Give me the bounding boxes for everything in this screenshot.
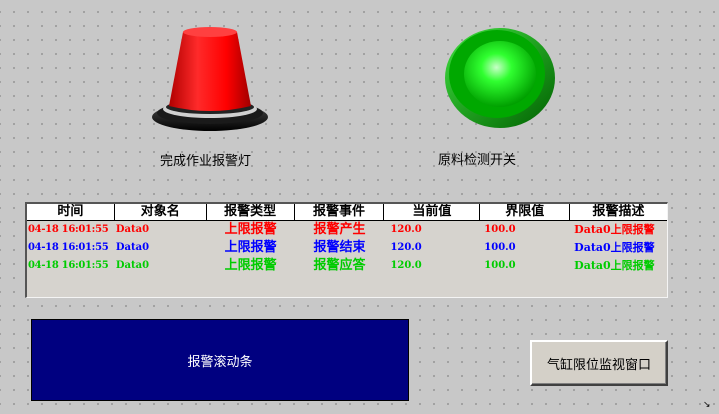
column-header-limit-value[interactable]: 界限值: [480, 204, 571, 220]
column-header-current-value[interactable]: 当前值: [384, 204, 481, 220]
cell-object: Data0: [115, 242, 150, 253]
detect-switch-label: 原料检测开关: [438, 153, 517, 168]
column-header-description[interactable]: 报警描述: [570, 204, 667, 220]
cell-object: Data0: [115, 260, 150, 271]
cell-limit-value: 100.0: [484, 242, 516, 253]
cell-alarm-type: 上限报警: [224, 258, 277, 273]
cell-description: Data0上限报警: [574, 223, 655, 236]
cell-description: Data0上限报警: [574, 241, 655, 254]
cell-time: 04-18 16:01:55: [28, 242, 109, 253]
cell-time: 04-18 16:01:55: [28, 224, 109, 235]
alarm-scroll-text: 报警滚动条: [187, 354, 253, 370]
cell-alarm-type: 上限报警: [224, 222, 277, 237]
detect-switch-icon[interactable]: [440, 22, 560, 132]
table-header: 时间 对象名 报警类型 报警事件 当前值 界限值 报警描述: [27, 204, 667, 221]
cylinder-limit-window-button[interactable]: 气缸限位监视窗口: [530, 340, 668, 386]
cell-current-value: 120.0: [390, 224, 422, 235]
cell-alarm-event: 报警结束: [313, 240, 366, 255]
cell-object: Data0: [115, 224, 150, 235]
cell-alarm-event: 报警产生: [313, 222, 366, 237]
corner-arrow-icon: ↘: [703, 400, 711, 410]
cell-current-value: 120.0: [390, 242, 422, 253]
alarm-scroll-bar: 报警滚动条: [31, 319, 409, 401]
cell-limit-value: 100.0: [484, 224, 516, 235]
cell-limit-value: 100.0: [484, 260, 516, 271]
column-header-time[interactable]: 时间: [27, 204, 115, 220]
column-header-alarm-type[interactable]: 报警类型: [207, 204, 295, 220]
alarm-lamp-label: 完成作业报警灯: [160, 154, 252, 169]
table-row[interactable]: 04-18 16:01:55 Data0 上限报警 报警应答 120.0 100…: [27, 257, 667, 275]
cell-alarm-type: 上限报警: [224, 240, 277, 255]
table-row[interactable]: 04-18 16:01:55 Data0 上限报警 报警产生 120.0 100…: [27, 221, 667, 239]
cell-alarm-event: 报警应答: [313, 258, 366, 273]
cell-current-value: 120.0: [390, 260, 422, 271]
cell-time: 04-18 16:01:55: [28, 260, 109, 271]
cell-description: Data0上限报警: [574, 259, 655, 272]
column-header-alarm-event[interactable]: 报警事件: [295, 204, 385, 220]
table-row[interactable]: 04-18 16:01:55 Data0 上限报警 报警结束 120.0 100…: [27, 239, 667, 257]
column-header-object[interactable]: 对象名: [115, 204, 207, 220]
alarm-table[interactable]: 时间 对象名 报警类型 报警事件 当前值 界限值 报警描述 04-18 16:0…: [25, 202, 668, 298]
alarm-lamp-icon: [152, 27, 268, 131]
